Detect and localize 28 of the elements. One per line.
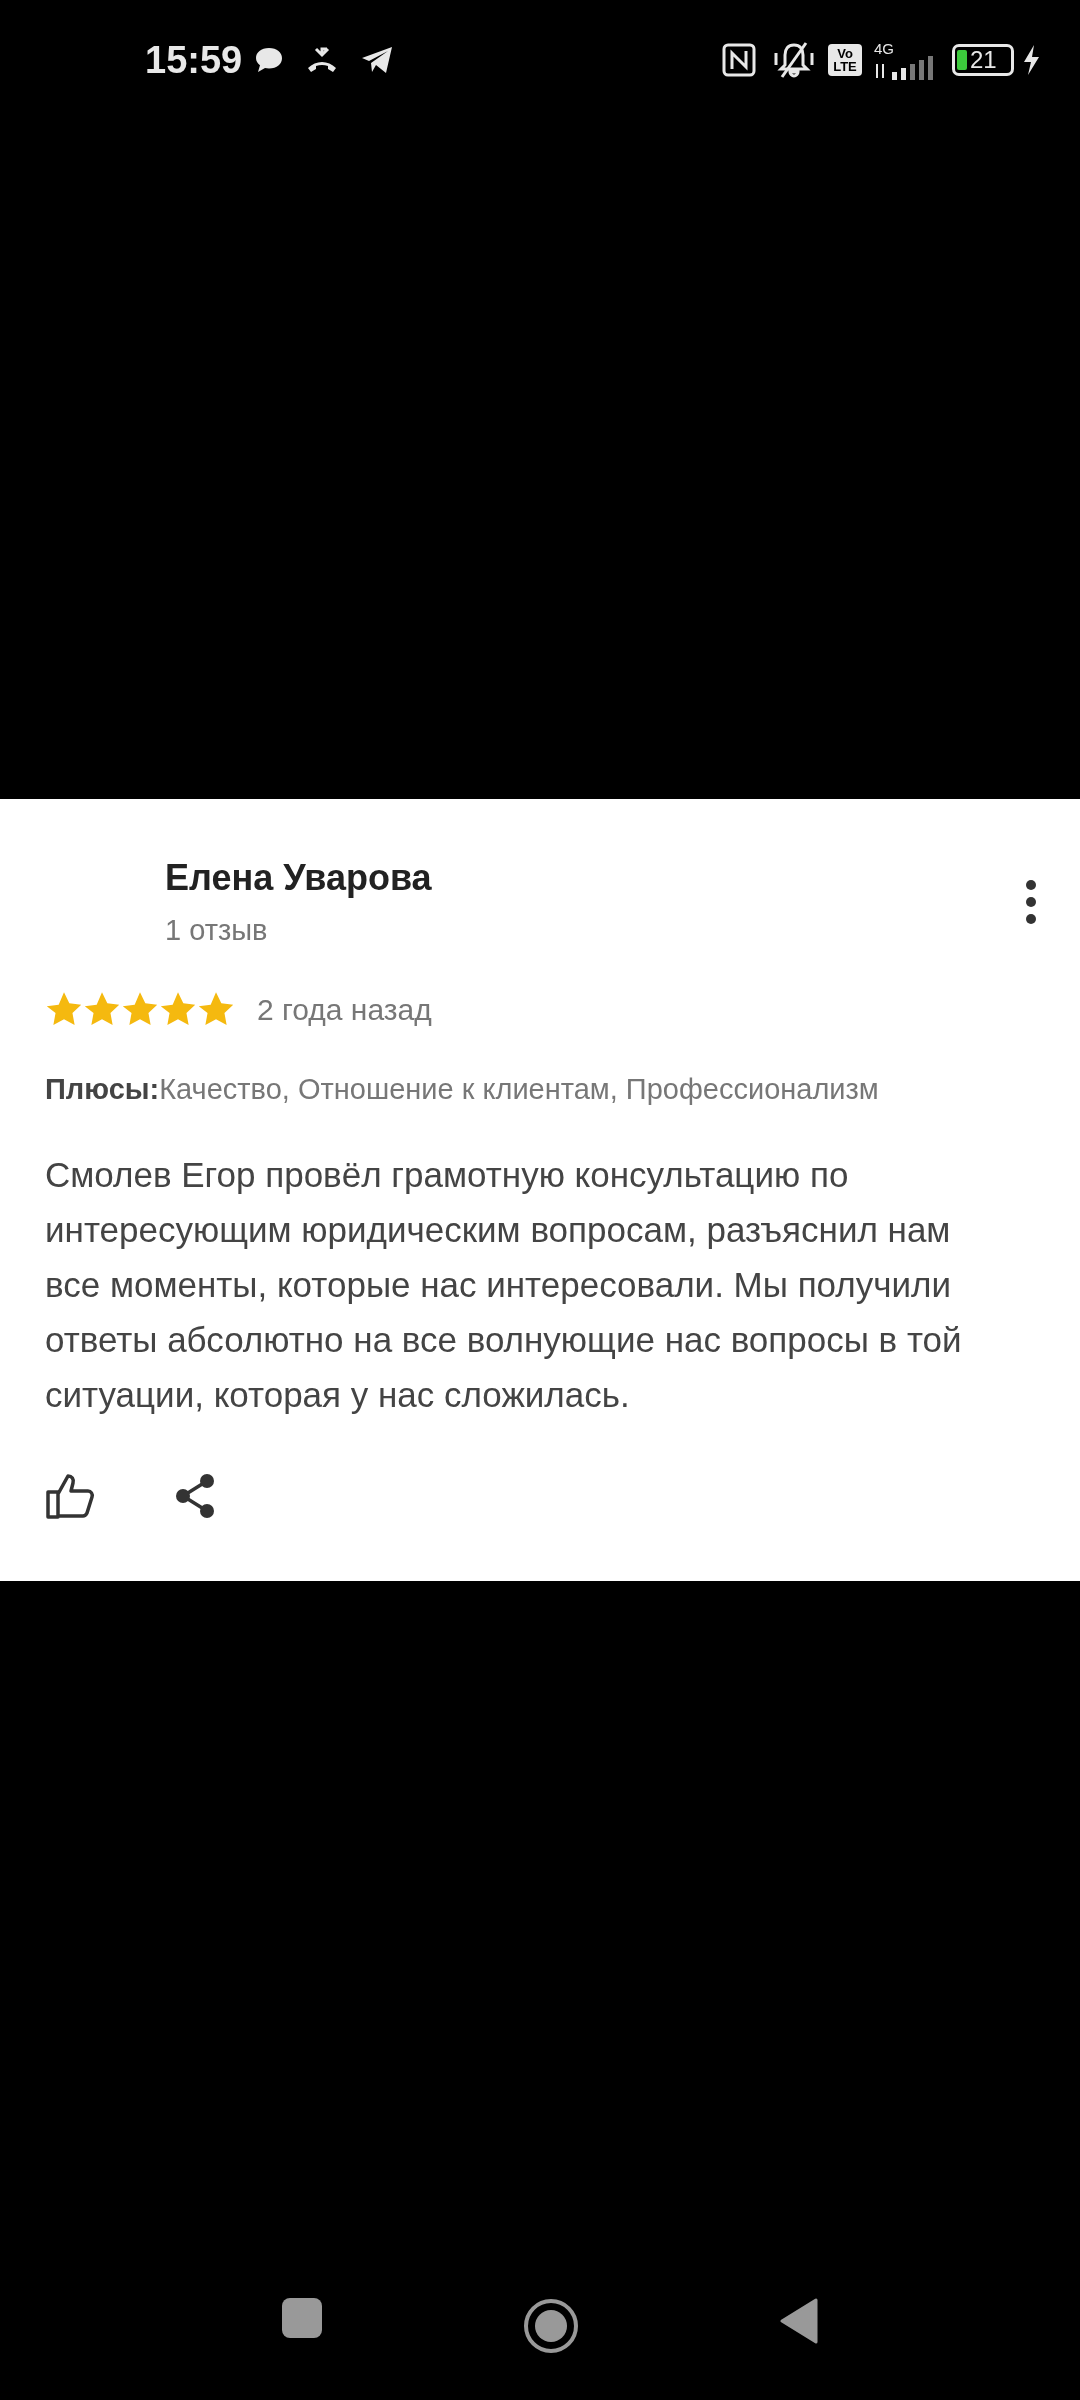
back-button[interactable]	[780, 2298, 818, 2344]
star-icon	[159, 991, 197, 1027]
volte-text: LTE	[833, 60, 857, 73]
star-icon	[45, 991, 83, 1027]
paper-plane-icon	[360, 45, 395, 75]
battery-charge-icon	[957, 50, 967, 70]
home-button[interactable]	[523, 2298, 579, 2354]
charging-icon	[1022, 45, 1040, 75]
more-options-icon[interactable]	[1025, 879, 1037, 925]
review-pros: Плюсы:Качество, Отношение к клиентам, Профессионализм	[45, 1071, 880, 1107]
signal-icon	[874, 55, 936, 80]
volte-text: Vo	[837, 47, 853, 60]
share-icon[interactable]	[173, 1473, 217, 1519]
review-text: Смолев Егор провёл грамотную консультацию по интересующим юридическим вопросам, разъяснил нам все моменты, которые нас интересовали. Мы получили ответы абсолютно на все волнующие нас вопросы в той ситуации, которая у нас сложилась.	[45, 1154, 963, 1416]
star-icon	[121, 991, 159, 1027]
review-date: 2 года назад	[257, 991, 432, 1028]
nfc-icon	[722, 43, 756, 77]
muted-bell-icon	[772, 41, 816, 79]
thumbs-up-icon[interactable]	[45, 1472, 95, 1520]
network-type: 4G	[874, 40, 894, 56]
recent-apps-button[interactable]	[282, 2298, 322, 2338]
chat-bubble-icon	[254, 46, 285, 74]
author-name: Елена Уварова	[165, 856, 432, 900]
star-icon	[83, 991, 121, 1027]
author-review-count: 1 отзыв	[165, 913, 269, 948]
clock: 15:59	[145, 37, 243, 83]
battery-level: 21	[970, 48, 997, 72]
star-icon	[197, 991, 235, 1027]
